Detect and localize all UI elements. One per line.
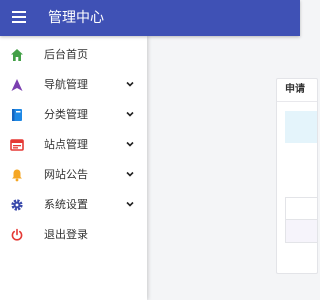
sidebar-item-dashboard[interactable]: 后台首页 bbox=[0, 40, 147, 70]
chevron-down-icon bbox=[126, 141, 134, 147]
navigation-arrow-icon bbox=[11, 79, 23, 91]
sidebar-item-label: 网站公告 bbox=[44, 168, 88, 181]
table-row bbox=[285, 197, 317, 221]
sidebar-item-logout[interactable]: 退出登录 bbox=[0, 220, 147, 250]
sidebar-item-label: 系统设置 bbox=[44, 198, 88, 211]
top-app-bar: 管理中心 bbox=[0, 0, 300, 36]
sidebar-item-label: 后台首页 bbox=[44, 48, 88, 61]
browser-window-icon bbox=[10, 139, 24, 151]
main-content: 申请 bbox=[147, 36, 318, 300]
book-icon bbox=[12, 109, 22, 121]
sidebar-item-label: 导航管理 bbox=[44, 78, 88, 91]
sidebar-item-category-management[interactable]: 分类管理 bbox=[0, 100, 147, 130]
sidebar-item-label: 分类管理 bbox=[44, 108, 88, 121]
sidebar-item-system-settings[interactable]: 系统设置 bbox=[0, 190, 147, 220]
sidebar-item-label: 退出登录 bbox=[44, 228, 88, 241]
sidebar-item-site-announcements[interactable]: 网站公告 bbox=[0, 160, 147, 190]
app-title: 管理中心 bbox=[48, 10, 104, 26]
chevron-down-icon bbox=[126, 171, 134, 177]
power-icon bbox=[11, 228, 23, 241]
menu-icon[interactable] bbox=[12, 11, 26, 23]
card-header: 申请 bbox=[277, 79, 317, 102]
sidebar-item-navigation-management[interactable]: 导航管理 bbox=[0, 70, 147, 100]
info-box bbox=[285, 111, 317, 143]
chevron-down-icon bbox=[126, 81, 134, 87]
chevron-down-icon bbox=[126, 201, 134, 207]
sidebar-item-label: 站点管理 bbox=[44, 138, 88, 151]
gear-icon bbox=[11, 199, 23, 211]
chevron-down-icon bbox=[126, 111, 134, 117]
application-card: 申请 bbox=[276, 78, 318, 274]
card-title: 申请 bbox=[285, 84, 305, 95]
home-icon bbox=[11, 49, 23, 61]
sidebar-item-site-management[interactable]: 站点管理 bbox=[0, 130, 147, 160]
sidebar: 后台首页 导航管理 分类管理 站点管理 网站公告 系统设置 退出登录 bbox=[0, 36, 147, 300]
bell-icon bbox=[12, 169, 22, 182]
table-row bbox=[285, 219, 317, 243]
